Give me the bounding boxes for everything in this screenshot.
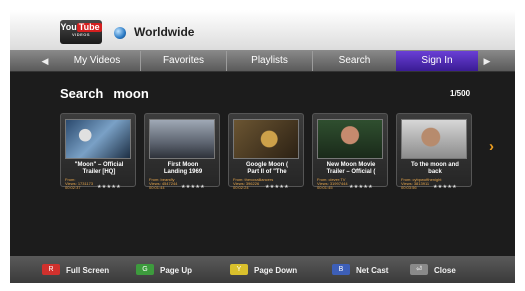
return-key-icon[interactable]: ⏎ [410, 264, 428, 275]
tab-scroll-right-icon[interactable]: ▶ [478, 50, 496, 72]
video-title: To the moon and back [411, 162, 459, 175]
rating-stars-icon: ★★★★★ [433, 184, 457, 190]
footer-bar: R Full Screen G Page Up Y Page Down B Ne… [10, 256, 515, 283]
youtube-logo: You Tube VIDEOS [60, 20, 102, 44]
video-card[interactable]: To the moon and back From: cybpwofthenig… [396, 113, 472, 190]
video-title: "Moon" – Official Trailer [HQ] [74, 162, 124, 175]
page-up-label: Page Up [160, 266, 193, 275]
tab-scroll-left-icon[interactable]: ◀ [36, 50, 54, 72]
tv-screen: You Tube VIDEOS Worldwide ◀ My Videos Fav… [10, 10, 515, 283]
green-key-icon[interactable]: G [136, 264, 154, 275]
video-duration: 00:03:56 [401, 185, 417, 190]
yellow-key-icon[interactable]: Y [230, 264, 248, 275]
rating-stars-icon: ★★★★★ [97, 184, 121, 190]
header-bar: You Tube VIDEOS Worldwide [10, 10, 515, 50]
video-thumbnail [65, 119, 131, 159]
tab-bar: ◀ My Videos Favorites Playlists Search S… [10, 50, 515, 72]
video-card[interactable]: Google Moon ( Part II of "The From: thev… [228, 113, 304, 190]
net-cast-label: Net Cast [356, 266, 389, 275]
video-duration: 00:02:37 [65, 185, 81, 190]
search-heading: Search moon [60, 86, 149, 101]
search-label: Search [60, 86, 104, 101]
video-thumbnail [233, 119, 299, 159]
video-thumbnail [149, 119, 215, 159]
full-screen-label: Full Screen [66, 266, 110, 275]
video-thumbnail [317, 119, 383, 159]
search-term: moon [113, 86, 149, 101]
tab-sign-in[interactable]: Sign In [396, 51, 478, 71]
globe-icon [114, 27, 126, 39]
tab-favorites[interactable]: Favorites [140, 51, 226, 71]
rating-stars-icon: ★★★★★ [265, 184, 289, 190]
page-down-label: Page Down [254, 266, 298, 275]
video-card[interactable]: New Moon Movie Trailer – Official ( From… [312, 113, 388, 190]
video-title: First Moon Landing 1969 [163, 162, 203, 175]
tab-my-videos[interactable]: My Videos [54, 51, 140, 71]
video-duration: 00:02:24 [233, 185, 249, 190]
video-card[interactable]: "Moon" – Official Trailer [HQ] From: Vie… [60, 113, 136, 190]
tab-search[interactable]: Search [312, 51, 396, 71]
rating-stars-icon: ★★★★★ [349, 184, 373, 190]
video-title: New Moon Movie Trailer – Official ( [326, 162, 376, 175]
region-label[interactable]: Worldwide [134, 25, 194, 39]
next-page-arrow-icon[interactable]: › [489, 138, 494, 155]
red-key-icon[interactable]: R [42, 264, 60, 275]
rating-stars-icon: ★★★★★ [181, 184, 205, 190]
video-card[interactable]: First Moon Landing 1969 From: bearsfly V… [144, 113, 220, 190]
close-label: Close [434, 266, 456, 275]
video-title: Google Moon ( Part II of "The [246, 162, 288, 175]
tab-playlists[interactable]: Playlists [226, 51, 312, 71]
blue-key-icon[interactable]: B [332, 264, 350, 275]
video-duration: 00:01:44 [149, 185, 165, 190]
result-counter: 1/500 [450, 89, 471, 98]
video-thumbnail [401, 119, 467, 159]
video-duration: 00:01:45 [317, 185, 333, 190]
